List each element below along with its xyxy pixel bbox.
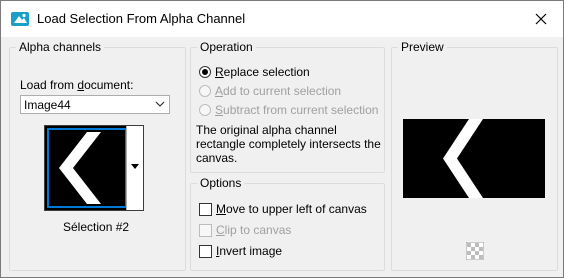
document-select-value: Image44 [24, 98, 71, 112]
load-from-document-label: Load from document: [20, 78, 134, 92]
operation-description: The original alpha channel rectangle com… [196, 123, 381, 165]
checkbox-box[interactable] [199, 223, 212, 237]
caret-down-icon [131, 164, 139, 169]
subtract-from-selection-radio[interactable]: Subtract from current selection [199, 103, 378, 117]
invert-image-label: Invert image [216, 244, 283, 258]
alpha-channel-thumbnail[interactable] [47, 128, 127, 208]
transparency-grid-icon[interactable] [466, 242, 484, 260]
title-bar[interactable]: Load Selection From Alpha Channel [1, 1, 563, 37]
alpha-channels-title: Alpha channels [16, 40, 105, 54]
thumbnail-dropdown-button[interactable] [126, 126, 143, 210]
add-to-selection-radio[interactable]: Add to current selection [199, 84, 341, 98]
invert-image-checkbox[interactable]: Invert image [199, 244, 282, 258]
window-title: Load Selection From Alpha Channel [37, 11, 246, 26]
close-icon [535, 13, 547, 25]
subtract-from-selection-label: Subtract from current selection [215, 103, 379, 117]
checkbox-box[interactable] [199, 244, 212, 258]
replace-selection-label: Replace selection [215, 65, 310, 79]
selection-name: Sélection #2 [63, 220, 130, 234]
chevron-left-shape [59, 132, 101, 204]
checkbox-box[interactable] [199, 202, 212, 216]
app-icon [11, 12, 29, 26]
radio-indicator[interactable] [199, 85, 211, 97]
document-select[interactable]: Image44 [20, 95, 170, 114]
close-button[interactable] [519, 1, 563, 37]
move-to-upper-left-label: Move to upper left of canvas [216, 202, 367, 216]
preview-chevron-shape [443, 119, 483, 198]
add-to-selection-label: Add to current selection [215, 84, 342, 98]
operation-title: Operation [197, 40, 256, 54]
clip-to-canvas-label: Clip to canvas [216, 223, 292, 237]
radio-indicator[interactable] [199, 104, 211, 116]
move-to-upper-left-checkbox[interactable]: Move to upper left of canvas [199, 202, 367, 216]
replace-selection-radio[interactable]: Replace selection [199, 65, 310, 79]
preview-title: Preview [398, 40, 447, 54]
radio-checked-indicator[interactable] [199, 66, 211, 78]
dialog-window: Load Selection From Alpha Channel Alpha … [0, 0, 564, 278]
preview-image [403, 119, 545, 198]
alpha-channel-picker[interactable] [44, 125, 144, 211]
clip-to-canvas-checkbox[interactable]: Clip to canvas [199, 223, 291, 237]
chevron-down-icon [155, 101, 165, 107]
options-title: Options [197, 176, 245, 190]
